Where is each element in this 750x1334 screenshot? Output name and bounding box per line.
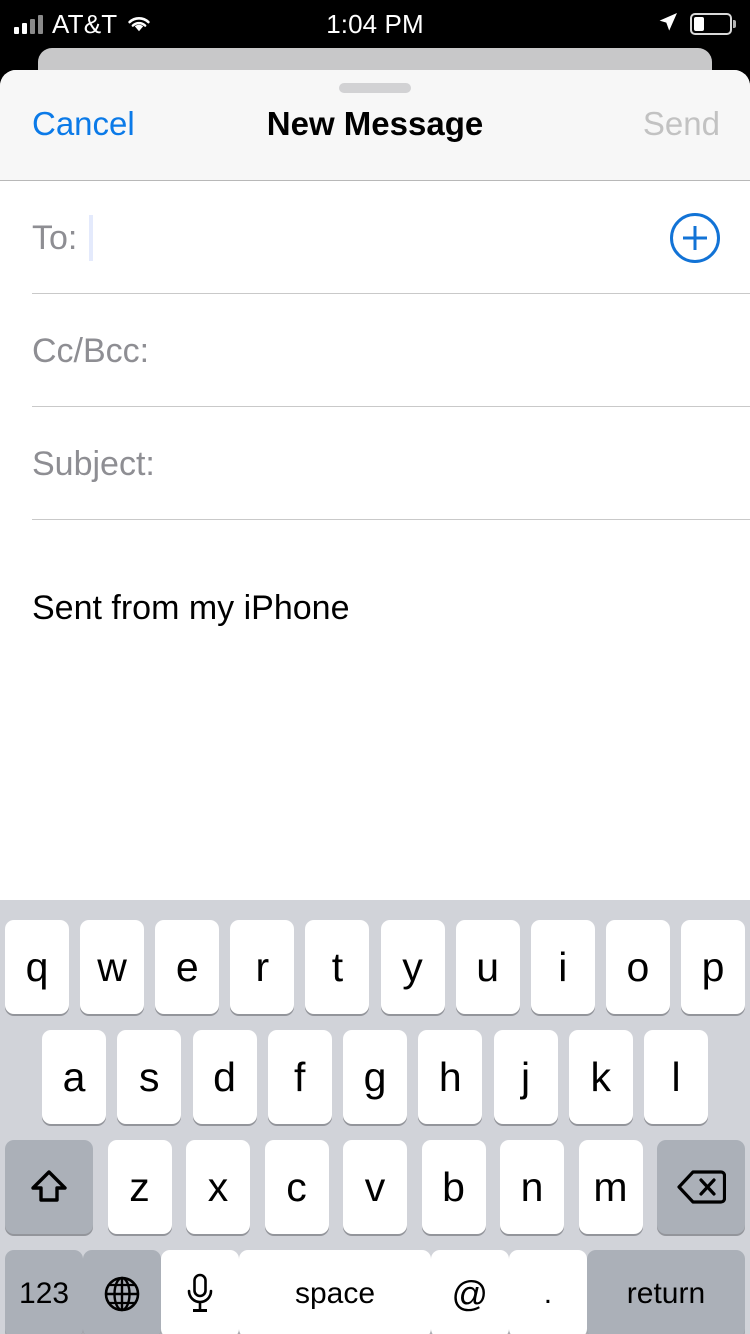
key-n[interactable]: n xyxy=(500,1140,564,1234)
status-bar-right xyxy=(656,0,736,48)
return-key[interactable]: return xyxy=(586,1250,746,1334)
key-y[interactable]: y xyxy=(380,920,445,1014)
key-t[interactable]: t xyxy=(305,920,370,1014)
text-caret xyxy=(89,214,93,261)
page-title: New Message xyxy=(266,105,484,142)
key-c[interactable]: c xyxy=(264,1140,329,1234)
status-bar: AT&T 1:04 PM xyxy=(0,0,750,48)
globe-icon[interactable] xyxy=(83,1250,162,1334)
keyboard-row-3: z x c v b n m xyxy=(0,1138,750,1236)
ccbcc-field-row[interactable]: Cc/Bcc: xyxy=(0,294,750,407)
key-m[interactable]: m xyxy=(578,1140,643,1234)
clock-label: 1:04 PM xyxy=(326,8,424,39)
keyboard-row-1: q w e r t y u i o p xyxy=(0,918,750,1016)
at-sign-key[interactable]: @ xyxy=(430,1250,509,1334)
subject-field-row[interactable]: Subject: xyxy=(0,407,750,520)
signature-text: Sent from my iPhone xyxy=(32,589,350,627)
key-b[interactable]: b xyxy=(421,1140,486,1234)
plus-circle-icon[interactable] xyxy=(669,212,721,264)
send-button[interactable]: Send xyxy=(643,107,720,140)
key-w[interactable]: w xyxy=(80,920,145,1014)
key-q[interactable]: q xyxy=(5,920,69,1014)
keyboard-row-4: 123 space @ . return xyxy=(0,1248,750,1334)
space-key[interactable]: space xyxy=(239,1250,431,1334)
subject-field-label: Subject: xyxy=(32,444,155,483)
period-key[interactable]: . xyxy=(508,1250,587,1334)
numbers-key[interactable]: 123 xyxy=(5,1250,84,1334)
battery-icon xyxy=(690,13,736,35)
to-field-row[interactable]: To: xyxy=(0,181,750,294)
key-e[interactable]: e xyxy=(155,920,220,1014)
key-s[interactable]: s xyxy=(117,1030,182,1124)
navigation-bar: Cancel New Message Send xyxy=(0,70,750,181)
key-o[interactable]: o xyxy=(605,920,670,1014)
compose-fields: To: Cc/Bcc: Subject: Sent from my iPhone xyxy=(0,181,750,883)
key-i[interactable]: i xyxy=(530,920,595,1014)
key-u[interactable]: u xyxy=(455,920,520,1014)
key-j[interactable]: j xyxy=(493,1030,558,1124)
key-z[interactable]: z xyxy=(107,1140,172,1234)
backspace-icon[interactable] xyxy=(657,1140,745,1234)
to-field-label: To: xyxy=(32,218,78,257)
key-p[interactable]: p xyxy=(680,920,745,1014)
on-screen-keyboard: q w e r t y u i o p a s d f g h j k l z … xyxy=(0,900,750,1334)
key-f[interactable]: f xyxy=(267,1030,332,1124)
location-arrow-icon xyxy=(656,10,680,39)
iphone-screen: AT&T 1:04 PM Cancel New Message Send To:… xyxy=(0,0,750,1334)
key-v[interactable]: v xyxy=(343,1140,407,1234)
key-l[interactable]: l xyxy=(644,1030,708,1124)
message-body-area[interactable]: Sent from my iPhone xyxy=(0,520,750,883)
status-bar-center: 1:04 PM xyxy=(0,0,750,48)
key-r[interactable]: r xyxy=(230,920,295,1014)
ccbcc-field-label: Cc/Bcc: xyxy=(32,331,150,370)
key-d[interactable]: d xyxy=(192,1030,257,1124)
key-g[interactable]: g xyxy=(343,1030,407,1124)
microphone-icon[interactable] xyxy=(161,1250,240,1334)
key-a[interactable]: a xyxy=(42,1030,106,1124)
keyboard-row-2: a s d f g h j k l xyxy=(0,1028,750,1126)
shift-icon[interactable] xyxy=(5,1140,93,1234)
key-h[interactable]: h xyxy=(418,1030,483,1124)
sheet-grabber[interactable] xyxy=(339,83,411,93)
key-x[interactable]: x xyxy=(186,1140,250,1234)
compose-sheet: Cancel New Message Send To: Cc/Bcc: Subj… xyxy=(0,70,750,1334)
key-k[interactable]: k xyxy=(568,1030,633,1124)
